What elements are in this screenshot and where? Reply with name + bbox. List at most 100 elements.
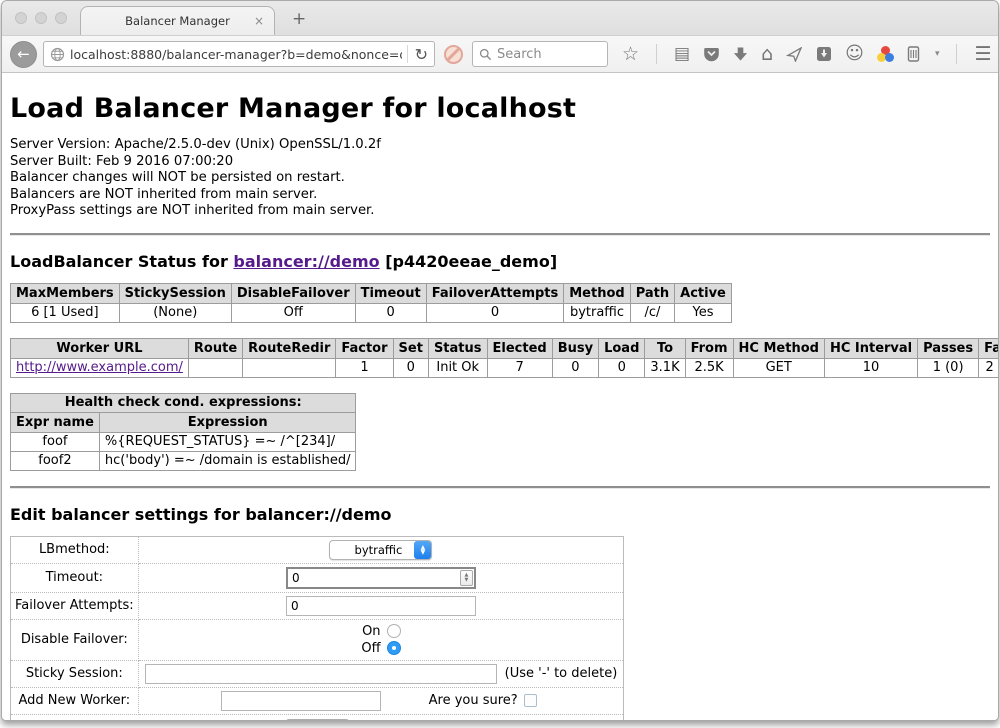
divider	[10, 486, 990, 489]
balancer-demo-link[interactable]: balancer://demo	[233, 252, 379, 271]
zoom-window-button[interactable]	[55, 12, 67, 24]
page-content: Load Balancer Manager for localhost Serv…	[2, 73, 998, 720]
timeout-row: Timeout: 0 ▲▼	[11, 563, 624, 592]
bookmark-star-icon[interactable]: ☆	[622, 45, 639, 64]
sticky-session-hint: (Use '-' to delete)	[505, 666, 620, 681]
window-controls[interactable]	[15, 12, 67, 24]
edit-balancer-form: LBmethod: bytraffic ▲▼ Timeout: 0 ▲▼	[10, 536, 624, 720]
are-you-sure-label: Are you sure?	[429, 693, 518, 708]
divider	[10, 233, 990, 236]
table-row: 6 [1 Used] (None) Off 0 0 bytraffic /c/ …	[11, 303, 732, 322]
failover-attempts-input[interactable]	[286, 596, 476, 616]
tab-close-icon[interactable]: ×	[254, 14, 264, 28]
home-icon[interactable]: ⌂	[761, 45, 773, 64]
search-icon	[479, 48, 492, 61]
inherit-note-line: Balancers are NOT inherited from main se…	[10, 187, 990, 204]
lbmethod-selected-value: bytraffic	[342, 543, 414, 557]
submit-row: Submit	[11, 714, 624, 720]
add-worker-row: Add New Worker: Are you sure?	[11, 687, 624, 714]
sticky-session-input[interactable]	[145, 664, 497, 684]
radio-off-line: Off	[361, 640, 400, 657]
health-check-table: Health check cond. expressions: Expr nam…	[10, 393, 356, 471]
toolbar-divider	[956, 44, 957, 64]
add-worker-input[interactable]	[221, 691, 381, 711]
add-worker-label: Add New Worker:	[11, 687, 139, 714]
search-input[interactable]	[497, 47, 601, 62]
forum-smiley-icon[interactable]: ☺	[845, 45, 864, 63]
table-header-row: MaxMembers StickySession DisableFailover…	[11, 283, 732, 303]
col-stickysession: StickySession	[119, 283, 231, 303]
number-spinner-icon[interactable]: ▲▼	[460, 570, 473, 586]
save-to-device-icon[interactable]	[816, 46, 832, 62]
page-title: Load Balancer Manager for localhost	[10, 93, 990, 124]
lbmethod-row: LBmethod: bytraffic ▲▼	[11, 536, 624, 563]
downloads-icon[interactable]	[733, 46, 748, 62]
reload-icon[interactable]: ↻	[413, 45, 430, 64]
lbmethod-select[interactable]: bytraffic ▲▼	[329, 540, 432, 560]
navigation-toolbar: ← localhost:8880/balancer-manager?b=demo…	[2, 35, 998, 73]
minimize-window-button[interactable]	[35, 12, 47, 24]
tab-balancer-manager[interactable]: Balancer Manager ×	[80, 6, 275, 35]
sticky-session-label: Sticky Session:	[11, 660, 139, 687]
health-row: foof2 hc('body') =~ /domain is establish…	[11, 451, 356, 470]
col-active: Active	[675, 283, 732, 303]
menu-hamburger-icon[interactable]: ☰	[974, 45, 991, 64]
radio-on-button[interactable]	[387, 624, 401, 638]
status-heading-prefix: LoadBalancer Status for	[10, 252, 233, 271]
tab-bar: Balancer Manager × +	[2, 1, 998, 35]
worker-url-link[interactable]: http://www.example.com/	[16, 360, 183, 375]
send-tab-icon[interactable]	[786, 47, 803, 62]
persist-note-line: Balancer changes will NOT be persisted o…	[10, 170, 990, 187]
server-info: Server Version: Apache/2.5.0-dev (Unix) …	[10, 137, 990, 220]
col-method: Method	[564, 283, 630, 303]
failover-attempts-row: Failover Attempts:	[11, 592, 624, 619]
balancer-status-table: MaxMembers StickySession DisableFailover…	[10, 283, 732, 323]
radio-on-label: On	[362, 624, 380, 639]
url-bar[interactable]: localhost:8880/balancer-manager?b=demo&n…	[43, 41, 435, 67]
server-built-line: Server Built: Feb 9 2016 07:00:20	[10, 154, 990, 171]
url-divider	[407, 45, 408, 63]
col-disablefailover: DisableFailover	[231, 283, 355, 303]
proxypass-note-line: ProxyPass settings are NOT inherited fro…	[10, 203, 990, 220]
are-you-sure-checkbox[interactable]	[524, 694, 537, 707]
url-text[interactable]: localhost:8880/balancer-manager?b=demo&n…	[70, 47, 402, 62]
disable-failover-row: Disable Failover: On Off	[11, 619, 624, 660]
failover-attempts-label: Failover Attempts:	[11, 592, 139, 619]
pocket-icon[interactable]	[703, 46, 720, 62]
color-dots-icon[interactable]	[877, 46, 894, 62]
select-stepper-icon: ▲▼	[414, 541, 431, 559]
disable-failover-label: Disable Failover:	[11, 619, 139, 660]
col-maxmembers: MaxMembers	[11, 283, 120, 303]
bookmarks-sidebar-icon[interactable]: ▤	[674, 46, 690, 63]
browser-window: Balancer Manager × + ← localhost:8880/ba…	[1, 0, 999, 721]
submit-button[interactable]: Submit	[285, 719, 350, 720]
worker-table: Worker URL Route RouteRedir Factor Set S…	[10, 338, 998, 378]
back-button[interactable]: ←	[10, 41, 37, 68]
status-heading: LoadBalancer Status for balancer://demo …	[10, 252, 990, 271]
toolbar-divider	[656, 44, 657, 64]
health-row: foof %{REQUEST_STATUS} =~ /^[234]/	[11, 432, 356, 451]
col-path: Path	[630, 283, 674, 303]
table-header-row: Expr name Expression	[11, 412, 356, 432]
edit-settings-heading: Edit balancer settings for balancer://de…	[10, 505, 990, 524]
search-bar[interactable]	[472, 41, 608, 67]
col-timeout: Timeout	[355, 283, 426, 303]
radio-on-line: On	[361, 623, 400, 640]
new-tab-button[interactable]: +	[292, 9, 306, 29]
timeout-input[interactable]: 0 ▲▼	[286, 567, 476, 589]
radio-off-button[interactable]	[387, 641, 401, 655]
health-caption: Health check cond. expressions:	[11, 393, 356, 412]
timeout-value: 0	[292, 571, 460, 585]
worker-row: http://www.example.com/ 1 0 Init Ok 7 0 …	[11, 358, 999, 377]
close-window-button[interactable]	[15, 12, 27, 24]
table-header-row: Worker URL Route RouteRedir Factor Set S…	[11, 338, 999, 358]
content-blocked-icon[interactable]	[444, 45, 463, 64]
tab-title: Balancer Manager	[125, 14, 230, 28]
toolbar-icons: ☆ ▤ ⌂ ☺ ▾ ☰ ▦	[622, 44, 999, 64]
sticky-session-row: Sticky Session: (Use '-' to delete)	[11, 660, 624, 687]
radio-off-label: Off	[361, 641, 380, 656]
globe-icon	[50, 47, 65, 62]
container-icon[interactable]	[907, 46, 920, 62]
timeout-label: Timeout:	[11, 563, 139, 592]
chevron-down-icon[interactable]: ▾	[935, 49, 940, 59]
